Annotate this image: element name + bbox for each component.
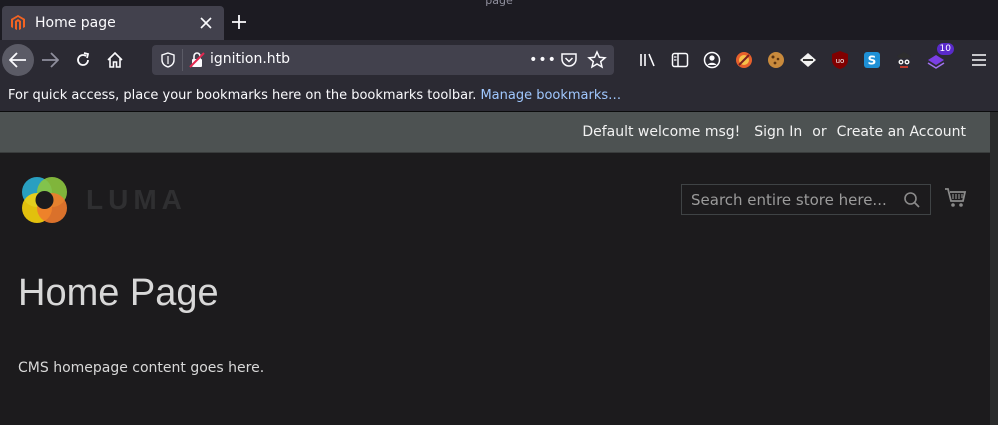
bookmark-star-icon[interactable] (587, 50, 607, 70)
extension-icon[interactable]: 10 (924, 43, 954, 72)
page-actions-button[interactable]: ••• (529, 49, 556, 71)
create-account-link[interactable]: Create an Account (837, 124, 966, 140)
forward-button[interactable] (34, 44, 66, 76)
plus-icon (232, 15, 246, 29)
luma-logo-icon (22, 177, 67, 223)
back-button[interactable] (2, 44, 34, 76)
insecure-lock-icon[interactable] (189, 52, 205, 68)
extension-icon[interactable] (892, 48, 916, 72)
close-icon[interactable] (196, 13, 216, 33)
manage-bookmarks-link[interactable]: Manage bookmarks… (480, 88, 621, 103)
url-text[interactable]: ignition.htb (210, 51, 290, 67)
cookie-icon[interactable] (764, 48, 788, 72)
svg-text:uo: uo (836, 57, 845, 65)
library-icon[interactable] (636, 48, 660, 72)
extension-icon[interactable]: S (860, 48, 884, 72)
store-logo[interactable]: LUMA (18, 174, 198, 226)
sign-in-link[interactable]: Sign In (754, 124, 802, 140)
page-scrollbar[interactable] (990, 112, 998, 425)
or-separator: or (812, 124, 827, 140)
pocket-icon[interactable] (560, 51, 578, 69)
logo-text: LUMA (86, 184, 187, 215)
search-icon[interactable] (903, 191, 921, 209)
reload-icon (77, 52, 90, 66)
bookmarks-toolbar: For quick access, place your bookmarks h… (0, 80, 998, 112)
reload-button[interactable] (67, 44, 99, 76)
url-bar[interactable]: ignition.htb ••• (152, 45, 614, 75)
svg-text:S: S (868, 54, 877, 68)
ublock-icon[interactable]: uo (828, 48, 852, 72)
welcome-message: Default welcome msg! (582, 124, 741, 140)
cart-icon[interactable] (944, 186, 968, 210)
home-icon (107, 52, 123, 68)
page-content: Default welcome msg! Sign In or Create a… (0, 112, 998, 425)
new-tab-button[interactable] (228, 11, 250, 33)
arrow-left-icon (9, 52, 26, 68)
page-title: Home Page (18, 272, 219, 314)
search-input[interactable] (691, 190, 896, 209)
menu-button[interactable] (968, 48, 990, 72)
cms-content: CMS homepage content goes here. (18, 360, 265, 376)
account-icon[interactable] (700, 48, 724, 72)
arrow-right-icon (42, 52, 59, 68)
hamburger-menu-icon (972, 54, 986, 66)
tab-strip: page Home page (0, 0, 998, 40)
tab-title: Home page (35, 15, 116, 31)
header-panel: Default welcome msg! Sign In or Create a… (0, 112, 990, 153)
bookmarks-hint: For quick access, place your bookmarks h… (8, 88, 477, 103)
tab-home-page[interactable]: Home page (2, 6, 224, 40)
extension-icon[interactable] (796, 48, 820, 72)
tracking-protection-icon[interactable] (160, 52, 176, 68)
sidebar-icon[interactable] (668, 48, 692, 72)
home-button[interactable] (99, 44, 131, 76)
search-box (681, 184, 931, 215)
extension-badge: 10 (936, 43, 954, 55)
extension-icon[interactable] (732, 48, 756, 72)
toolbar-icons: uo S 10 (636, 43, 956, 72)
url-separator (182, 49, 183, 71)
magento-icon (10, 15, 26, 31)
